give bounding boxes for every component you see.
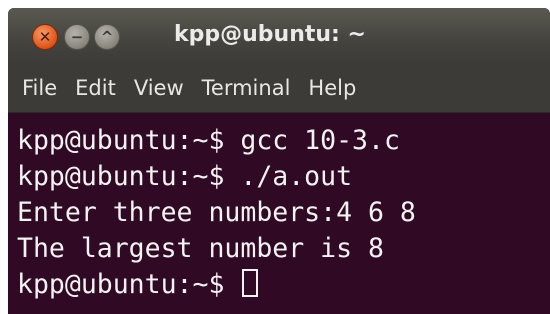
text-cursor — [242, 269, 259, 297]
menu-view[interactable]: View — [134, 76, 184, 100]
prompt-line: kpp@ubuntu:~$ — [17, 267, 550, 303]
maximize-window-button[interactable]: ^ — [94, 24, 120, 50]
prompt-text: kpp@ubuntu:~$ — [17, 269, 241, 300]
menu-bar: File Edit View Terminal Help — [8, 64, 550, 113]
close-icon: ✕ — [38, 27, 52, 46]
menu-file[interactable]: File — [22, 76, 57, 100]
terminal-output[interactable]: kpp@ubuntu:~$ gcc 10-3.c kpp@ubuntu:~$ .… — [8, 113, 550, 314]
window-title: kpp@ubuntu: ~ — [174, 22, 366, 47]
terminal-window: ✕ − ^ kpp@ubuntu: ~ File Edit View Termi… — [8, 8, 550, 314]
minimize-window-button[interactable]: − — [64, 24, 90, 50]
terminal-line: kpp@ubuntu:~$ gcc 10-3.c — [17, 125, 400, 156]
title-bar[interactable]: ✕ − ^ kpp@ubuntu: ~ — [8, 8, 550, 64]
terminal-line: The largest number is 8 — [17, 233, 384, 264]
minimize-icon: − — [70, 27, 84, 46]
maximize-icon: ^ — [100, 27, 114, 46]
menu-help[interactable]: Help — [308, 76, 356, 100]
close-window-button[interactable]: ✕ — [32, 24, 58, 50]
terminal-line: Enter three numbers:4 6 8 — [17, 197, 416, 228]
menu-edit[interactable]: Edit — [75, 76, 116, 100]
menu-terminal[interactable]: Terminal — [202, 76, 291, 100]
terminal-line: kpp@ubuntu:~$ ./a.out — [17, 161, 353, 192]
